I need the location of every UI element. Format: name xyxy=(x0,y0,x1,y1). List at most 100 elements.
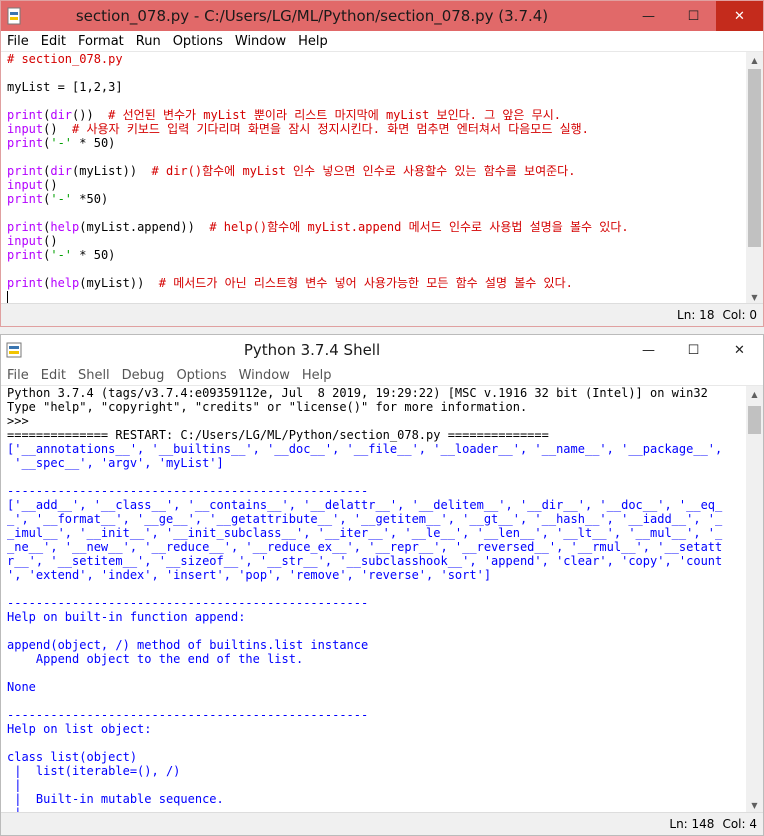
shell-scrollbar[interactable]: ▲ ▼ xyxy=(746,386,763,814)
scroll-up-icon[interactable]: ▲ xyxy=(746,52,763,69)
code-token: _ne__', '__new__', '__reduce__', '__redu… xyxy=(7,540,723,554)
code-token: input xyxy=(7,178,44,192)
editor-titlebar[interactable]: section_078.py - C:/Users/LG/ML/Python/s… xyxy=(1,1,763,31)
shell-titlebar[interactable]: Python 3.7.4 Shell — ☐ ✕ xyxy=(1,335,763,365)
menu-options[interactable]: Options xyxy=(167,34,229,49)
scroll-thumb[interactable] xyxy=(748,406,761,434)
code-token: (myList.append)) xyxy=(79,220,210,234)
code-line: Help on built-in function append: xyxy=(7,610,746,624)
menu-run[interactable]: Run xyxy=(130,34,167,49)
code-token: _imul__', '__init__', '__init_subclass__… xyxy=(7,526,723,540)
shell-window: Python 3.7.4 Shell — ☐ ✕ File Edit Shell De… xyxy=(0,334,764,836)
code-line: ['__add__', '__class__', '__contains__',… xyxy=(7,498,746,512)
code-token: _', '__format__', '__ge__', '__getattrib… xyxy=(7,512,723,526)
menu-help[interactable]: Help xyxy=(296,368,338,383)
code-token: | Built-in mutable sequence. xyxy=(7,792,224,806)
code-token: *50) xyxy=(72,192,109,206)
menu-file[interactable]: File xyxy=(1,368,35,383)
code-line: ----------------------------------------… xyxy=(7,596,746,610)
code-token: * 50) xyxy=(72,136,116,150)
menu-edit[interactable]: Edit xyxy=(35,34,72,49)
maximize-button[interactable]: ☐ xyxy=(671,1,716,31)
menu-help[interactable]: Help xyxy=(292,34,334,49)
code-token: print xyxy=(7,108,44,122)
shell-output[interactable]: Python 3.7.4 (tags/v3.7.4:e09359112e, Ju… xyxy=(1,386,746,814)
code-line: input() xyxy=(7,234,746,248)
code-line: ============== RESTART: C:/Users/LG/ML/P… xyxy=(7,428,746,442)
code-token: r__', '__setitem__', '__sizeof__', '__st… xyxy=(7,554,723,568)
code-line: print(help(myList.append)) # help()함수에 m… xyxy=(7,220,746,234)
menu-file[interactable]: File xyxy=(1,34,35,49)
maximize-button[interactable]: ☐ xyxy=(671,335,716,365)
code-token: myList = [1,2,3] xyxy=(7,80,123,94)
editor-window: section_078.py - C:/Users/LG/ML/Python/s… xyxy=(0,0,764,327)
menu-options[interactable]: Options xyxy=(170,368,232,383)
menu-window[interactable]: Window xyxy=(233,368,296,383)
editor-menubar: File Edit Format Run Options Window Help xyxy=(1,31,763,52)
code-token: None xyxy=(7,680,36,694)
editor-scrollbar[interactable]: ▲ ▼ xyxy=(746,52,763,306)
close-button[interactable]: ✕ xyxy=(716,1,763,31)
code-line: Append object to the end of the list. xyxy=(7,652,746,666)
code-line: _imul__', '__init__', '__init_subclass__… xyxy=(7,526,746,540)
code-token: print xyxy=(7,164,44,178)
code-line: | xyxy=(7,778,746,792)
menu-window[interactable]: Window xyxy=(229,34,292,49)
code-token: Help on built-in function append: xyxy=(7,610,246,624)
code-line: input() xyxy=(7,178,746,192)
menu-debug[interactable]: Debug xyxy=(116,368,171,383)
close-icon: ✕ xyxy=(734,8,745,24)
code-token: # 선언된 변수가 myList 뿐이라 리스트 마지막에 myList 보인다… xyxy=(108,108,561,122)
minimize-icon: — xyxy=(642,8,655,24)
code-line: ['__annotations__', '__builtins__', '__d… xyxy=(7,442,746,456)
shell-menubar: File Edit Shell Debug Options Window Help xyxy=(1,365,763,386)
code-token: input xyxy=(7,122,44,136)
code-token: # dir()함수에 myList 인수 넣으면 인수로 사용할수 있는 함수를… xyxy=(151,164,576,178)
code-line: print(dir()) # 선언된 변수가 myList 뿐이라 리스트 마지… xyxy=(7,108,746,122)
column-indicator: Col: 0 xyxy=(722,308,757,322)
minimize-button[interactable]: — xyxy=(626,1,671,31)
scroll-thumb[interactable] xyxy=(748,69,761,247)
code-token: # 메서드가 아닌 리스트형 변수 넣어 사용가능한 모든 함수 설명 볼수 있… xyxy=(158,276,573,290)
code-token: input xyxy=(7,234,44,248)
menu-edit[interactable]: Edit xyxy=(35,368,72,383)
code-editor[interactable]: # section_078.py myList = [1,2,3] print(di… xyxy=(1,52,746,306)
code-token: Append object to the end of the list. xyxy=(7,652,304,666)
code-line: print(help(myList)) # 메서드가 아닌 리스트형 변수 넣어… xyxy=(7,276,746,290)
minimize-button[interactable]: — xyxy=(626,335,671,365)
code-token: '-' xyxy=(50,136,73,150)
code-line: myList = [1,2,3] xyxy=(7,80,746,94)
code-line: r__', '__setitem__', '__sizeof__', '__st… xyxy=(7,554,746,568)
code-line: None xyxy=(7,680,746,694)
code-token: ', 'extend', 'index', 'insert', 'pop', '… xyxy=(7,568,492,582)
line-indicator: Ln: 18 xyxy=(677,308,715,322)
code-line: append(object, /) method of builtins.lis… xyxy=(7,638,746,652)
code-token: print xyxy=(7,248,44,262)
code-token: Type "help", "copyright", "credits" or "… xyxy=(7,400,528,414)
code-token: | xyxy=(7,778,36,792)
code-line: print('-' *50) xyxy=(7,192,746,206)
code-token: ----------------------------------------… xyxy=(7,708,369,722)
code-line: Help on list object: xyxy=(7,722,746,736)
code-token: (myList)) xyxy=(72,164,152,178)
menu-shell[interactable]: Shell xyxy=(72,368,116,383)
code-line: print('-' * 50) xyxy=(7,248,746,262)
code-line: print(dir(myList)) # dir()함수에 myList 인수 … xyxy=(7,164,746,178)
python-shell-icon xyxy=(6,342,22,358)
scroll-up-icon[interactable]: ▲ xyxy=(746,386,763,403)
menu-format[interactable]: Format xyxy=(72,34,130,49)
code-line: # section_078.py xyxy=(7,52,746,66)
code-token: () xyxy=(43,234,58,248)
code-token: append(object, /) method of builtins.lis… xyxy=(7,638,369,652)
close-button[interactable]: ✕ xyxy=(716,335,763,365)
code-token: >>> xyxy=(7,414,36,428)
code-token: print xyxy=(7,136,44,150)
close-icon: ✕ xyxy=(734,342,745,358)
